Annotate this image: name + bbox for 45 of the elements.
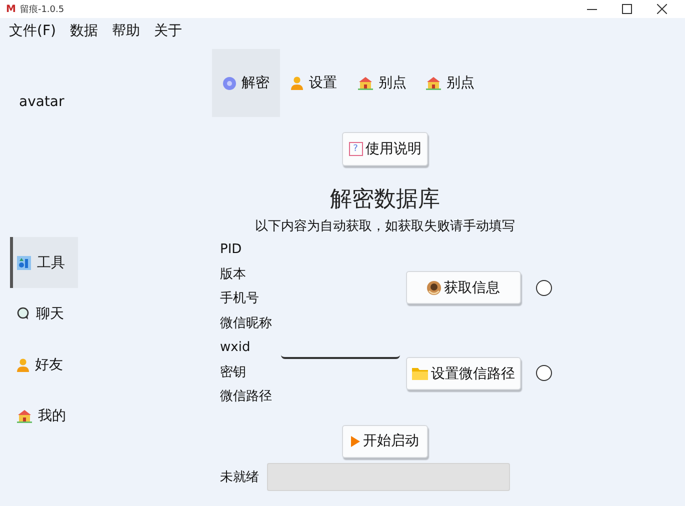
maximize-icon[interactable]	[622, 4, 632, 14]
start-button[interactable]: 开始启动	[342, 424, 428, 458]
sidebar-item[interactable]: 聊天	[10, 288, 78, 339]
help-icon: ?	[348, 142, 362, 156]
tab[interactable]: 别点	[416, 49, 484, 117]
field-label: 密钥	[220, 364, 247, 382]
tab[interactable]: 别点	[348, 49, 416, 117]
house-icon	[17, 408, 32, 422]
menu-item[interactable]: 关于	[154, 22, 182, 42]
disc-icon	[222, 76, 236, 90]
status-text: 未就绪	[220, 468, 259, 486]
person-icon	[17, 358, 29, 372]
action-button[interactable]: 获取信息	[406, 271, 521, 304]
radio-button[interactable]	[536, 280, 552, 296]
close-icon[interactable]	[657, 4, 667, 14]
radio-button[interactable]	[536, 365, 552, 381]
tab[interactable]: 设置	[280, 49, 348, 117]
field-label: 手机号	[220, 290, 260, 308]
sidebar-item[interactable]: 工具	[10, 237, 78, 288]
person-icon	[291, 76, 303, 90]
instruction-text: 以下内容为自动获取，如获取失败请手动填写	[255, 218, 515, 235]
app-logo: M	[6, 4, 16, 14]
sidebar-item[interactable]: 好友	[10, 339, 78, 390]
play-icon	[351, 436, 360, 446]
field-label: 微信昵称	[220, 314, 273, 332]
sidebar-item[interactable]: 我的	[10, 390, 78, 441]
field-label: 微信路径	[220, 388, 273, 406]
menu-item[interactable]: 文件(F)	[9, 22, 56, 42]
field-label: wxid	[220, 339, 252, 357]
chat-icon	[17, 307, 30, 320]
field-label: 版本	[220, 266, 247, 284]
folder-icon	[412, 367, 428, 380]
menu-item[interactable]: 帮助	[112, 22, 140, 42]
house-icon	[358, 76, 372, 90]
tab[interactable]: 解密	[212, 49, 280, 117]
menu-item[interactable]: 数据	[70, 22, 98, 42]
avatar-label: avatar	[19, 94, 66, 110]
help-button[interactable]: ? 使用说明	[342, 132, 428, 166]
action-button[interactable]: 设置微信路径	[406, 357, 521, 390]
field-label: PID	[220, 241, 243, 259]
page-heading: 解密数据库	[330, 185, 440, 213]
emblem-icon	[427, 280, 441, 294]
chart-icon	[17, 256, 31, 270]
window-title: 留痕-1.0.5	[20, 4, 64, 16]
house-icon	[426, 76, 440, 90]
